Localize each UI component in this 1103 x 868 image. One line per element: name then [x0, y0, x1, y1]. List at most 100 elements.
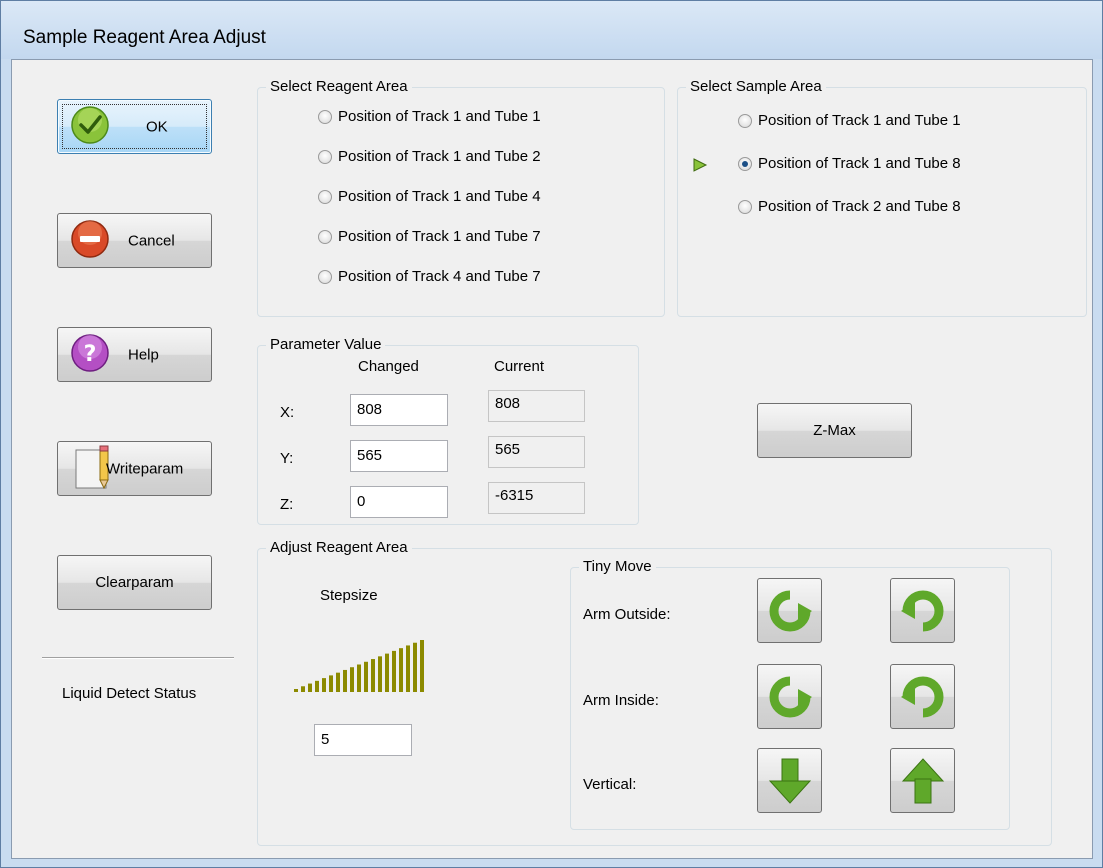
x-changed-input[interactable]: 808 [350, 394, 448, 426]
sample-area-radio-3[interactable]: Position of Track 2 and Tube 8 [738, 198, 961, 215]
radio-indicator[interactable] [738, 156, 752, 171]
help-label: Help [128, 346, 159, 363]
stepsize-input[interactable]: 5 [314, 724, 412, 756]
rotate-cw-icon [900, 676, 943, 717]
x-current-value: 808 [488, 390, 585, 422]
reagent-area-title: Select Reagent Area [266, 78, 412, 96]
reagent-area-group: Select Reagent Area Position of Track 1 … [257, 78, 665, 317]
arm-inside-cw-button[interactable] [890, 664, 955, 729]
window-title: Sample Reagent Area Adjust [23, 27, 266, 48]
liquid-detect-status: Liquid Detect Status [62, 685, 197, 702]
y-label: Y: [280, 450, 294, 467]
radio-label: Position of Track 1 and Tube 8 [758, 155, 961, 172]
stepsize-bar [336, 672, 340, 692]
check-icon [70, 105, 110, 149]
z-current-value: -6315 [488, 482, 585, 514]
cancel-button[interactable]: Cancel [57, 213, 212, 268]
arm-outside-label: Arm Outside: [583, 606, 671, 623]
stepsize-bar [343, 669, 347, 692]
reagent-area-radio-5[interactable]: Position of Track 4 and Tube 7 [318, 268, 541, 285]
z-changed-input[interactable]: 0 [350, 486, 448, 518]
radio-label: Position of Track 2 and Tube 8 [758, 198, 961, 215]
stepsize-bar [308, 683, 312, 692]
vertical-label: Vertical: [583, 776, 637, 793]
stepsize-bar [420, 640, 424, 692]
stepsize-bar [350, 667, 354, 692]
stepsize-bar [301, 686, 305, 692]
arrow-up-icon [901, 757, 944, 803]
vertical-up-button[interactable] [890, 748, 955, 813]
radio-label: Position of Track 4 and Tube 7 [338, 268, 541, 285]
dialog-window: Sample Reagent Area Adjust OK Cancel ? H… [0, 0, 1103, 868]
stepsize-bar [364, 661, 368, 692]
arrow-down-icon [768, 758, 811, 804]
radio-indicator[interactable] [738, 113, 752, 128]
rotate-cw-icon [900, 590, 943, 631]
stepsize-bar [357, 664, 361, 692]
radio-indicator[interactable] [318, 269, 332, 284]
svg-text:?: ? [84, 342, 97, 367]
stepsize-bar [392, 650, 396, 692]
stepsize-bar [329, 675, 333, 692]
reagent-area-radio-1[interactable]: Position of Track 1 and Tube 1 [318, 108, 541, 125]
stepsize-slider[interactable] [288, 634, 448, 694]
reagent-area-radio-3[interactable]: Position of Track 1 and Tube 4 [318, 188, 541, 205]
arm-outside-ccw-button[interactable] [757, 578, 822, 643]
clearparam-label: Clearparam [95, 574, 174, 591]
arm-inside-ccw-button[interactable] [757, 664, 822, 729]
current-column-header: Current [494, 358, 545, 375]
question-icon: ? [70, 333, 110, 377]
radio-indicator[interactable] [738, 199, 752, 214]
sample-area-group: Select Sample Area Position of Track 1 a… [677, 78, 1087, 317]
ok-label: OK [146, 118, 168, 135]
radio-label: Position of Track 1 and Tube 4 [338, 188, 541, 205]
parameter-group: Parameter Value Changed Current X: 808 8… [257, 336, 639, 525]
rotate-ccw-icon [769, 590, 812, 631]
radio-indicator[interactable] [318, 229, 332, 244]
radio-indicator[interactable] [318, 109, 332, 124]
title-bar: Sample Reagent Area Adjust [1, 1, 1102, 59]
sample-area-title: Select Sample Area [686, 78, 826, 96]
tiny-move-group: Tiny Move Arm Outside: Arm Inside: Verti… [570, 558, 1010, 830]
stepsize-bar [385, 653, 389, 692]
stepsize-bar [378, 656, 382, 692]
zmax-button[interactable]: Z-Max [757, 403, 912, 458]
y-changed-input[interactable]: 565 [350, 440, 448, 472]
stepsize-bar [315, 680, 319, 692]
stepsize-bar [399, 648, 403, 692]
ok-button[interactable]: OK [57, 99, 212, 154]
cancel-label: Cancel [128, 232, 175, 249]
triangle-right-icon [692, 158, 708, 176]
changed-column-header: Changed [358, 358, 419, 375]
writeparam-label: Writeparam [106, 460, 184, 477]
radio-label: Position of Track 1 and Tube 7 [338, 228, 541, 245]
stepsize-label: Stepsize [320, 587, 378, 604]
dialog-client-area: OK Cancel ? Help Writeparam Clearparam L… [11, 59, 1093, 859]
vertical-down-button[interactable] [757, 748, 822, 813]
reagent-area-radio-2[interactable]: Position of Track 1 and Tube 2 [318, 148, 541, 165]
stepsize-bar [294, 689, 298, 692]
sample-area-radio-1[interactable]: Position of Track 1 and Tube 1 [738, 112, 961, 129]
rotate-ccw-icon [769, 676, 812, 717]
z-label: Z: [280, 496, 294, 513]
clearparam-button[interactable]: Clearparam [57, 555, 212, 610]
stepsize-bar [413, 642, 417, 692]
writeparam-button[interactable]: Writeparam [57, 441, 212, 496]
minus-icon [70, 219, 110, 263]
adjust-reagent-group: Adjust Reagent Area Stepsize 5 Tiny Move… [257, 539, 1052, 846]
sample-area-radio-2[interactable]: Position of Track 1 and Tube 8 [738, 155, 961, 172]
y-current-value: 565 [488, 436, 585, 468]
radio-indicator[interactable] [318, 149, 332, 164]
stepsize-bar [406, 645, 410, 692]
stepsize-bar [371, 659, 375, 692]
reagent-area-radio-4[interactable]: Position of Track 1 and Tube 7 [318, 228, 541, 245]
radio-label: Position of Track 1 and Tube 1 [758, 112, 961, 129]
radio-indicator[interactable] [318, 189, 332, 204]
stepsize-bar [322, 678, 326, 692]
separator [42, 657, 234, 659]
tiny-move-title: Tiny Move [579, 558, 656, 576]
help-button[interactable]: ? Help [57, 327, 212, 382]
adjust-reagent-title: Adjust Reagent Area [266, 539, 412, 557]
arm-outside-cw-button[interactable] [890, 578, 955, 643]
zmax-label: Z-Max [813, 422, 856, 439]
